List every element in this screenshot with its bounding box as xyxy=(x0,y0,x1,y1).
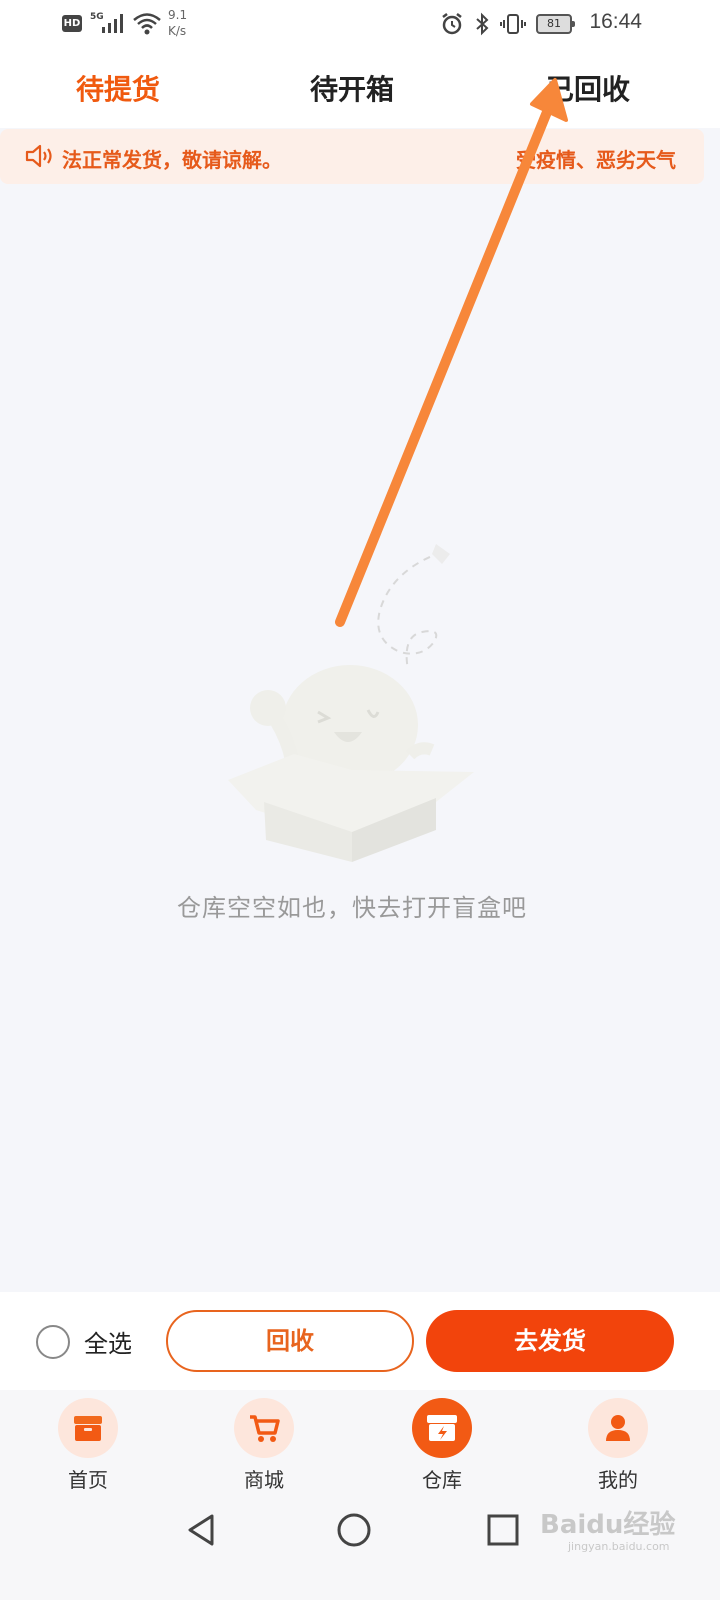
notice-text: 法正常发货，敬请谅解。 xyxy=(62,148,282,172)
ship-button[interactable]: 去发货 xyxy=(426,1310,674,1372)
home-box-icon xyxy=(58,1398,118,1458)
notice-text-next: 受疫情、恶劣天气 xyxy=(516,148,676,172)
nav-label-me: 我的 xyxy=(598,1468,638,1492)
network-speed: 9.1 K/s xyxy=(168,7,198,39)
select-all-radio[interactable] xyxy=(36,1324,70,1359)
back-icon[interactable] xyxy=(184,1512,220,1548)
status-bar: HD 5G 9.1 K/s 81 16:44 xyxy=(0,0,720,50)
alarm-icon xyxy=(442,13,462,35)
nav-label-warehouse: 仓库 xyxy=(422,1468,462,1492)
vibrate-icon xyxy=(500,14,526,34)
signal-icon xyxy=(102,14,123,33)
nav-item-home[interactable]: 首页 xyxy=(28,1398,148,1493)
speed-value: 9.1 xyxy=(168,8,188,22)
wifi-icon xyxy=(133,13,161,35)
tab-recycled[interactable]: 已回收 xyxy=(546,68,630,108)
nav-item-me[interactable]: 我的 xyxy=(558,1398,678,1493)
hd-icon: HD xyxy=(62,15,82,32)
bluetooth-icon xyxy=(476,12,489,36)
nav-label-home: 首页 xyxy=(68,1468,108,1492)
empty-state-message: 仓库空空如也，快去打开盲盒吧 xyxy=(177,894,527,922)
status-icons-right: 81 xyxy=(440,12,575,36)
bottom-nav: 首页 商城 仓库 我的 xyxy=(0,1390,720,1500)
nav-item-warehouse[interactable]: 仓库 xyxy=(382,1398,502,1493)
tab-pending-pickup[interactable]: 待提货 xyxy=(76,68,160,108)
empty-box-illustration xyxy=(228,544,474,862)
nav-label-mall: 商城 xyxy=(244,1468,284,1492)
speed-unit: K/s xyxy=(168,24,187,38)
nav-item-mall[interactable]: 商城 xyxy=(204,1398,324,1493)
recycle-button[interactable]: 回收 xyxy=(166,1310,414,1372)
warehouse-box-icon xyxy=(412,1398,472,1458)
select-all-control[interactable]: 全选 xyxy=(36,1324,132,1359)
action-bar: 全选 回收 去发货 xyxy=(0,1292,720,1390)
clock: 16:44 xyxy=(589,10,642,33)
tab-bar: 待提货 待开箱 已回收 xyxy=(0,50,720,128)
home-circle-icon[interactable] xyxy=(336,1512,372,1548)
tab-pending-open[interactable]: 待开箱 xyxy=(310,68,394,108)
battery-icon: 81 xyxy=(536,14,575,34)
recent-apps-icon[interactable] xyxy=(486,1512,520,1548)
watermark-logo: Baidu经验 xyxy=(540,1510,676,1540)
user-icon xyxy=(588,1398,648,1458)
cart-icon xyxy=(234,1398,294,1458)
speaker-icon xyxy=(25,144,52,168)
select-all-label: 全选 xyxy=(84,1330,132,1358)
watermark-url: jingyan.baidu.com xyxy=(568,1540,670,1553)
system-nav-bar: Baidu经验 jingyan.baidu.com xyxy=(0,1500,720,1600)
notice-banner: 法正常发货，敬请谅解。 受疫情、恶劣天气 xyxy=(0,129,704,184)
